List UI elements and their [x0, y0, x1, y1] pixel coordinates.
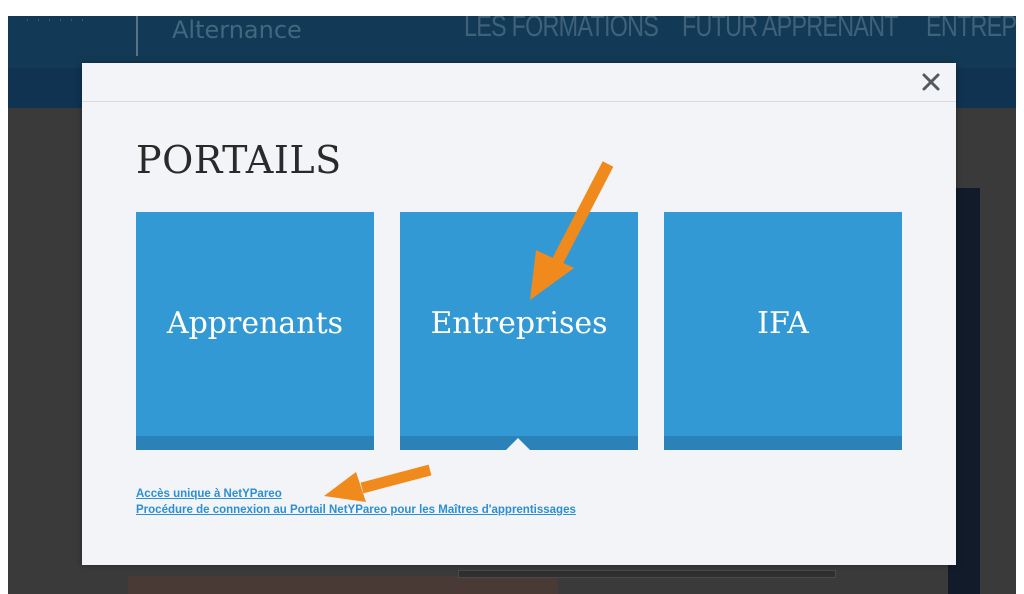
- close-icon: [922, 73, 940, 91]
- site-brand[interactable]: Alternance: [172, 16, 302, 44]
- portails-modal: PORTAILS Apprenants Entreprises IFA Accè…: [82, 63, 956, 565]
- tile-label: Entreprises: [430, 306, 608, 341]
- tile-label: Apprenants: [166, 306, 344, 341]
- background-strip: [458, 570, 836, 578]
- tile-active-notch: [506, 438, 530, 450]
- modal-links: Accès unique à NetYPareo Procédure de co…: [136, 487, 576, 519]
- link-acces-unique-netypareo[interactable]: Accès unique à NetYPareo: [136, 487, 576, 501]
- modal-topbar: [82, 63, 956, 102]
- close-button[interactable]: [920, 71, 942, 93]
- nav-futur-apprenant[interactable]: FUTUR APPRENANT: [682, 16, 899, 44]
- tile-ifa[interactable]: IFA: [664, 212, 902, 450]
- modal-title: PORTAILS: [136, 138, 342, 182]
- tile-bar: [136, 436, 374, 450]
- site-logo-small[interactable]: · · · · · ·: [26, 16, 87, 25]
- tile-bar: [664, 436, 902, 450]
- header-separator: [136, 16, 138, 56]
- background-image: [128, 576, 558, 594]
- nav-entreprises[interactable]: ENTREPRI: [926, 16, 1016, 44]
- tile-apprenants[interactable]: Apprenants: [136, 212, 374, 450]
- link-procedure-connexion[interactable]: Procédure de connexion au Portail NetYPa…: [136, 503, 576, 517]
- nav-les-formations[interactable]: LES FORMATIONS: [464, 16, 659, 44]
- tile-entreprises[interactable]: Entreprises: [400, 212, 638, 450]
- tile-label: IFA: [757, 306, 809, 341]
